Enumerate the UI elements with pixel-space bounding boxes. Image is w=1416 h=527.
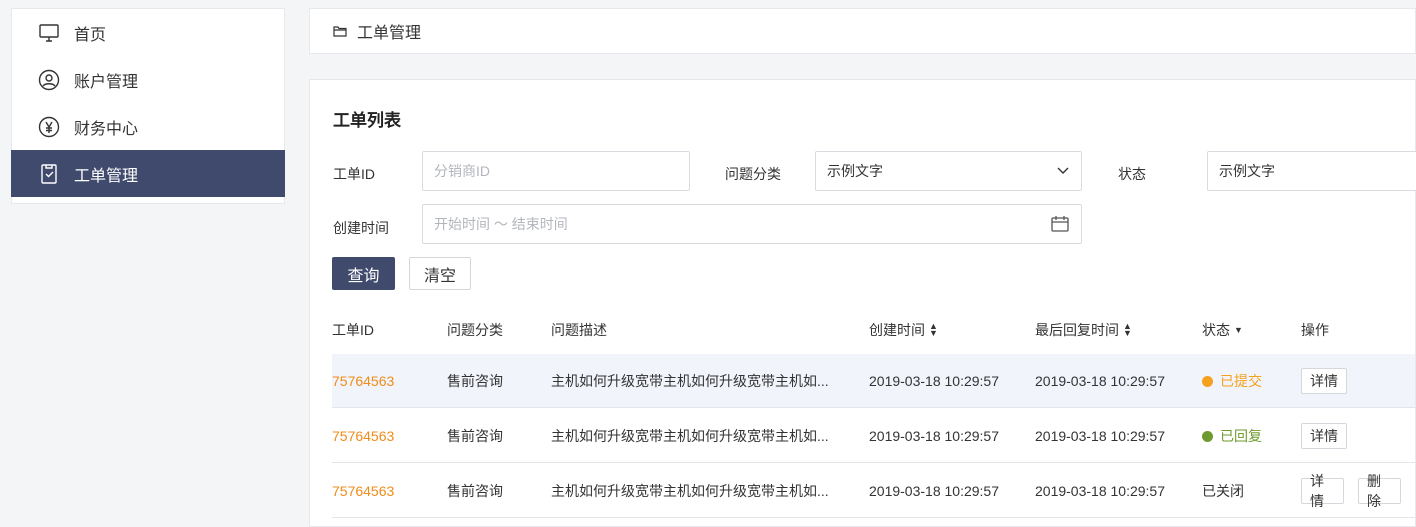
category-select[interactable]: 示例文字 [815,151,1082,191]
description: 主机如何升级宽带主机如何升级宽带主机如... [551,373,829,389]
status-dot [1202,375,1213,387]
status-value: 示例文字 [1219,163,1275,179]
created-time: 2019-03-18 10:29:57 [869,428,999,444]
chevron-down-icon [1057,167,1069,174]
user-icon [38,69,60,90]
ticket-panel: 工单列表 工单ID 分销商ID 问题分类 示例文字 状态 示例文字 创建时间 开… [309,79,1416,527]
query-button[interactable]: 查询 [332,257,395,290]
clipboard-icon [41,163,57,184]
date-range-input[interactable]: 开始时间 ～ 结束时间 [422,204,1082,244]
created-time: 2019-03-18 10:29:57 [869,483,999,499]
status: 已关闭 [1202,464,1244,518]
date-label: 创建时间 [333,220,389,236]
category: 售前咨询 [447,373,503,389]
sidebar-item-label: 首页 [74,26,107,44]
detail-button[interactable]: 详情 [1301,473,1344,509]
breadcrumb-current: 工单管理 [357,25,422,42]
breadcrumb: 工单管理 [309,8,1416,54]
sidebar: 首页 账户管理 财务中心 工单管理 [11,8,285,204]
status-label: 状态 [1118,166,1146,182]
calendar-icon [1051,216,1069,232]
header-status[interactable]: 状态 ▼ [1202,320,1243,340]
folder-icon [333,26,347,37]
status: 已提交 [1202,354,1262,408]
sidebar-item-label: 工单管理 [74,167,139,185]
ticket-id-input[interactable]: 分销商ID [422,151,690,191]
header-actions: 操作 [1301,322,1329,338]
description: 主机如何升级宽带主机如何升级宽带主机如... [551,428,829,444]
panel-title: 工单列表 [333,111,401,130]
detail-button[interactable]: 详情 [1301,368,1347,394]
sort-icon[interactable]: ▲ ▼ [929,322,938,338]
sidebar-item-label: 账户管理 [74,73,139,91]
created-time: 2019-03-18 10:29:57 [869,373,999,389]
header-label: 创建时间 [869,322,925,338]
ticket-id[interactable]: 75764563 [332,409,394,463]
ticket-id[interactable]: 75764563 [332,354,394,408]
status-text: 已回复 [1220,428,1262,444]
status: 已回复 [1202,409,1262,463]
header-created[interactable]: 创建时间 ▲ ▼ [869,320,938,340]
sidebar-item-home[interactable]: 首页 [12,9,284,56]
status-text: 已关闭 [1202,483,1244,499]
table-row: 75764563 售前咨询 主机如何升级宽带主机如何升级宽带主机如... 201… [332,409,1415,463]
sidebar-item-account[interactable]: 账户管理 [12,56,284,103]
table-row: 75764563 售前咨询 主机如何升级宽带主机如何升级宽带主机如... 201… [332,354,1415,408]
category: 售前咨询 [447,428,503,444]
status-dot [1202,430,1213,442]
replied-time: 2019-03-18 10:29:57 [1035,483,1165,499]
actions: 详情 删除 [1301,464,1415,518]
table-row: 75764563 售前咨询 主机如何升级宽带主机如何升级宽带主机如... 201… [332,464,1415,518]
status-text: 已提交 [1220,373,1262,389]
header-label: 最后回复时间 [1035,322,1119,338]
monitor-icon [39,23,59,42]
header-replied[interactable]: 最后回复时间 ▲ ▼ [1035,320,1132,340]
replied-time: 2019-03-18 10:29:57 [1035,373,1165,389]
replied-time: 2019-03-18 10:29:57 [1035,428,1165,444]
actions: 详情 [1301,409,1361,463]
description: 主机如何升级宽带主机如何升级宽带主机如... [551,483,829,499]
date-placeholder: 开始时间 ～ 结束时间 [434,216,568,232]
filter-icon[interactable]: ▼ [1234,325,1243,335]
sidebar-item-label: 财务中心 [74,120,139,138]
header-label: 状态 [1202,322,1230,338]
sidebar-item-tickets[interactable]: 工单管理 [11,150,285,197]
detail-button[interactable]: 详情 [1301,423,1347,449]
category-value: 示例文字 [827,163,883,179]
ticket-id[interactable]: 75764563 [332,464,394,518]
yen-icon [38,116,60,137]
ticket-id-label: 工单ID [333,166,375,182]
header-description: 问题描述 [551,322,607,338]
category: 售前咨询 [447,483,503,499]
status-select[interactable]: 示例文字 [1207,151,1416,191]
sort-icon[interactable]: ▲ ▼ [1123,322,1132,338]
header-category: 问题分类 [447,322,503,338]
header-id: 工单ID [332,322,374,338]
delete-button[interactable]: 删除 [1358,473,1401,509]
sidebar-item-finance[interactable]: 财务中心 [12,103,284,150]
actions: 详情 [1301,354,1361,408]
category-label: 问题分类 [725,166,781,182]
clear-button[interactable]: 清空 [409,257,471,290]
